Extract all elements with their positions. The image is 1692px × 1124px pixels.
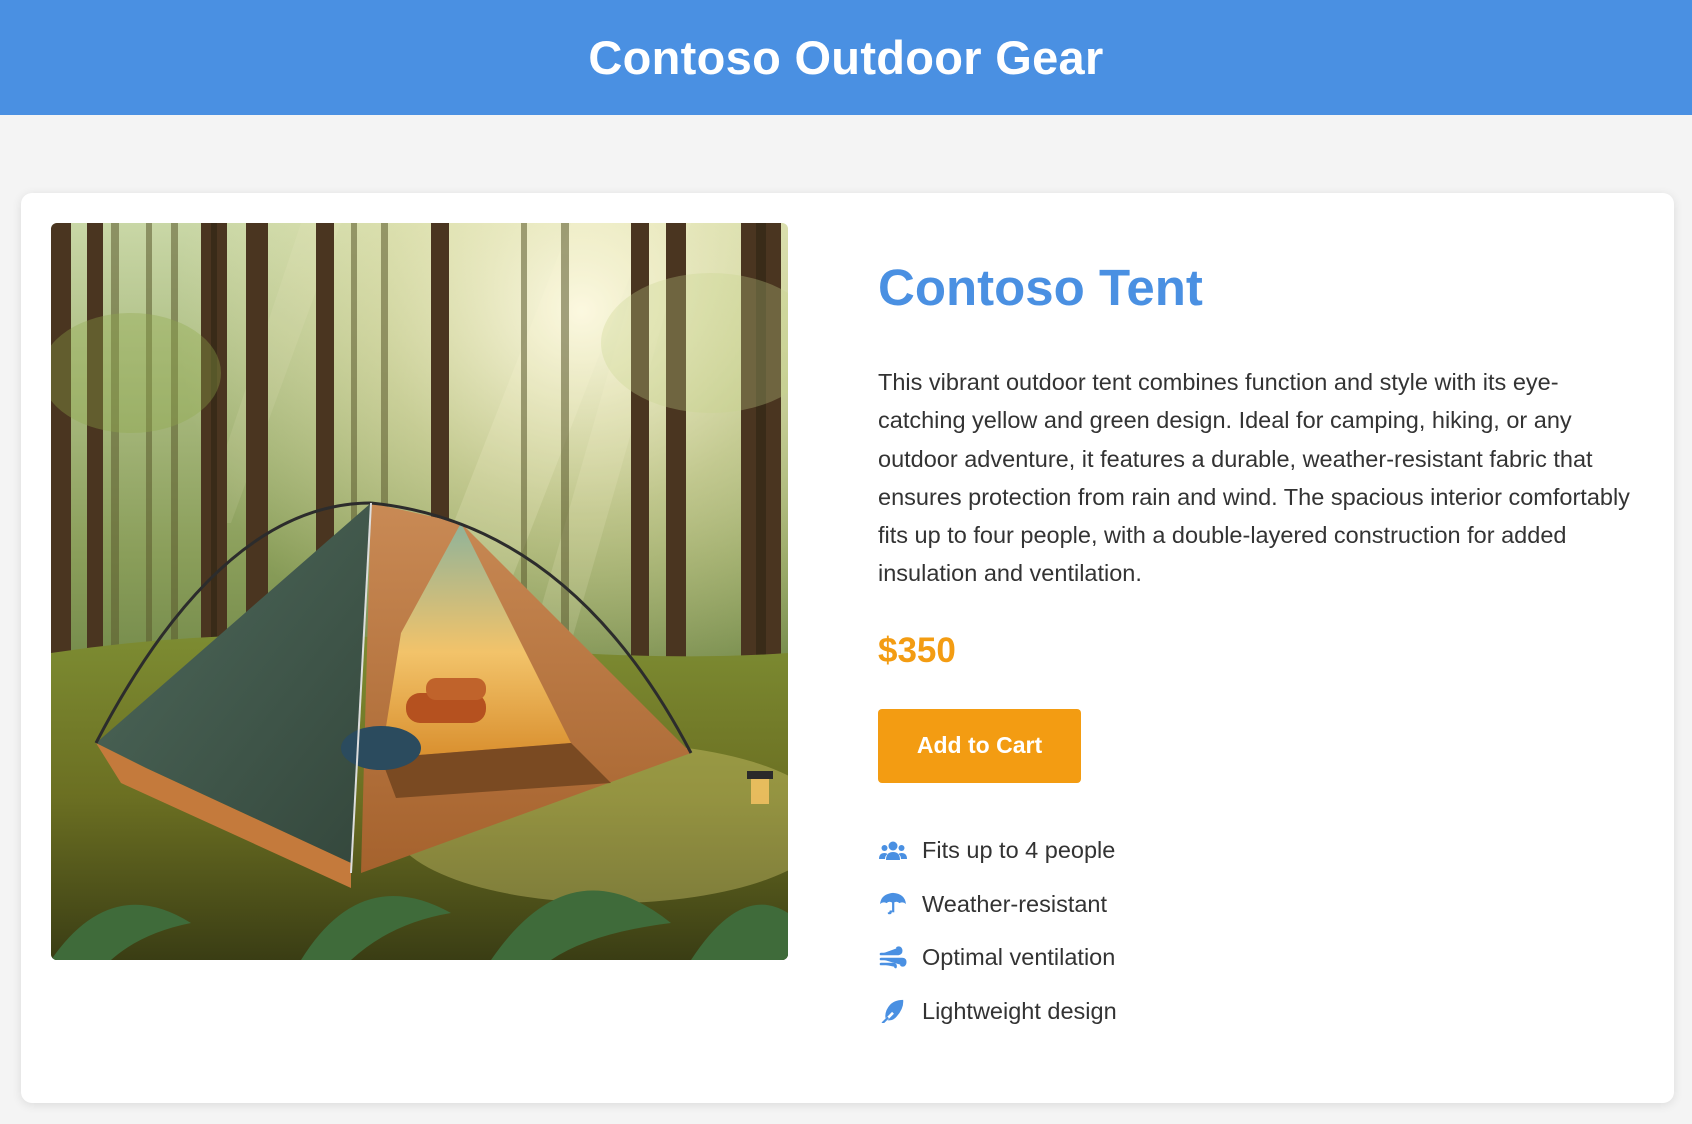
feather-icon xyxy=(878,998,908,1024)
product-price: $350 xyxy=(878,630,956,670)
product-title: Contoso Tent xyxy=(878,259,1203,316)
feature-item: Lightweight design xyxy=(878,984,1638,1038)
feature-label: Lightweight design xyxy=(922,997,1117,1024)
add-to-cart-button[interactable]: Add to Cart xyxy=(878,708,1081,783)
feature-item: Fits up to 4 people xyxy=(878,824,1638,878)
site-title: Contoso Outdoor Gear xyxy=(588,31,1104,84)
tent-in-forest-image xyxy=(51,223,788,960)
product-info: Contoso Tent This vibrant outdoor tent c… xyxy=(878,223,1638,1038)
site-header: Contoso Outdoor Gear xyxy=(0,0,1692,115)
feature-label: Fits up to 4 people xyxy=(922,837,1116,864)
product-image xyxy=(51,223,788,960)
feature-label: Weather-resistant xyxy=(922,890,1108,917)
wind-icon xyxy=(878,945,908,971)
feature-item: Weather-resistant xyxy=(878,877,1638,931)
umbrella-icon xyxy=(878,891,908,917)
product-card: Contoso Tent This vibrant outdoor tent c… xyxy=(21,193,1674,1103)
product-description: This vibrant outdoor tent combines funct… xyxy=(878,369,1630,587)
users-icon xyxy=(878,838,908,864)
feature-item: Optimal ventilation xyxy=(878,931,1638,985)
feature-label: Optimal ventilation xyxy=(922,944,1116,971)
feature-list: Fits up to 4 people Weather-resistant Op… xyxy=(878,824,1638,1038)
